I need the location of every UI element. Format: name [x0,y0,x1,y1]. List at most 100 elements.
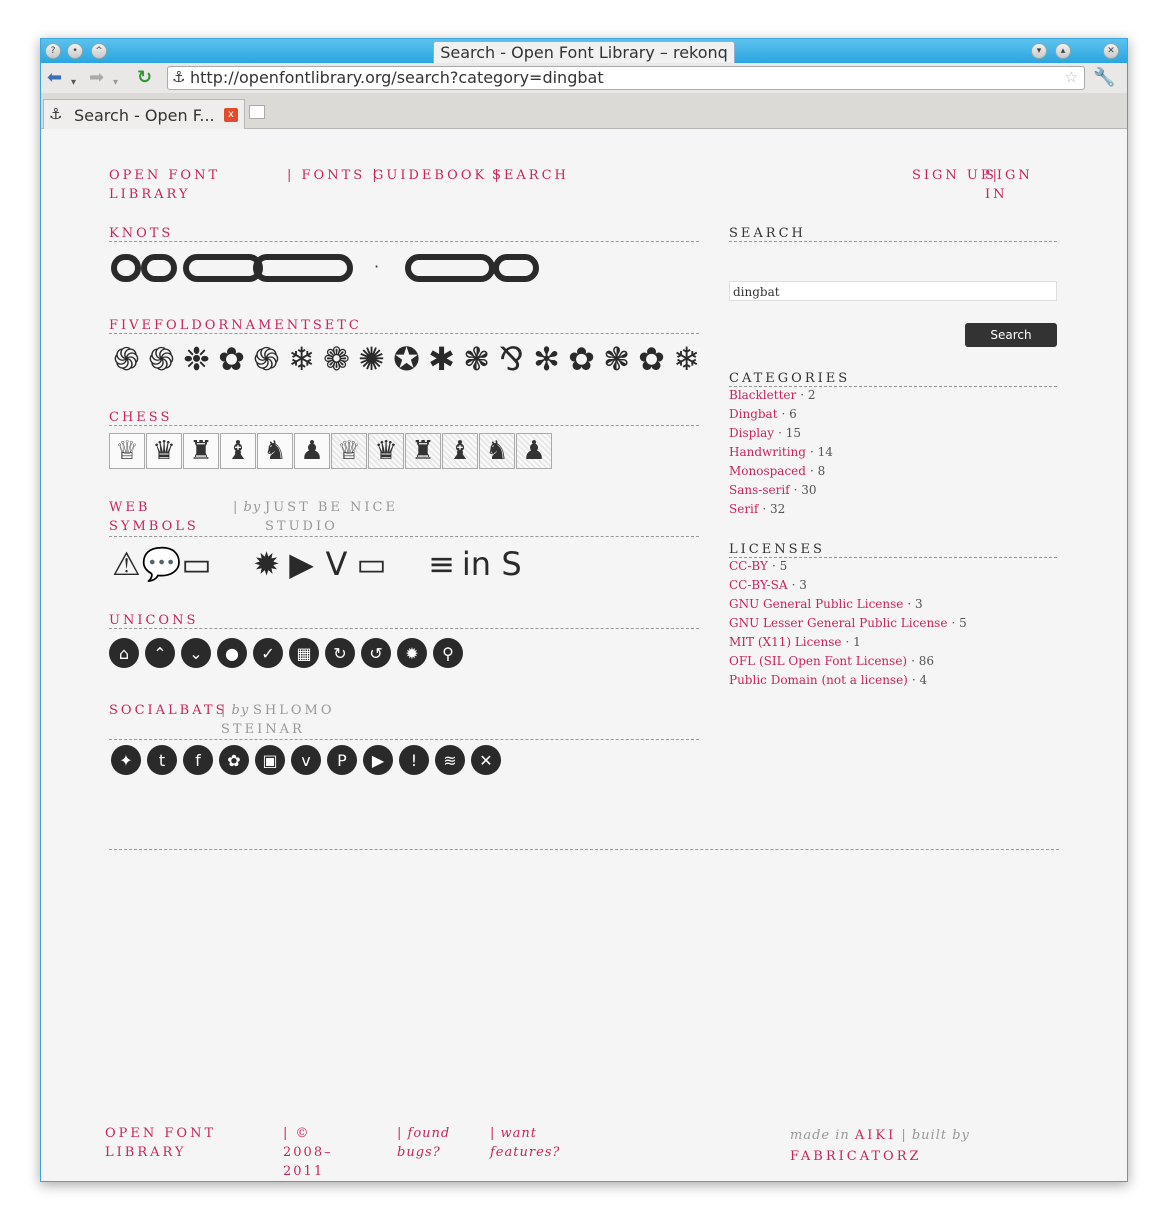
font-heading-unicons: Unicons [109,609,699,629]
forward-icon[interactable]: ➡ [89,68,104,88]
socialbats-glyph: ! [399,745,429,775]
back-icon[interactable]: ⬅ [47,68,62,88]
licenses-link[interactable]: GNU Lesser General Public License [729,616,947,630]
websymbols-glyph [389,546,424,581]
reload-icon[interactable]: ↻ [137,68,152,88]
categories-count: · 8 [809,464,826,478]
forward-history-icon[interactable]: ▾ [113,73,118,93]
footer-bugs-link[interactable]: | found bugs? [397,1124,457,1162]
font-name-link[interactable]: SocialBats [109,701,227,720]
categories-link[interactable]: Blackletter [729,388,796,402]
unicons-glyph: ⚲ [433,638,463,668]
licenses-count: · 3 [791,578,807,592]
licenses-count: · 4 [911,673,928,687]
minimize-icon[interactable]: ▾ [1031,43,1047,59]
knot-dot: · [374,257,380,276]
fivefold-glyph: ֍ [253,339,280,378]
chess-glyph: ♝ [442,433,478,469]
licenses-count: · 86 [911,654,935,668]
fivefold-glyph: ❄ [673,339,700,378]
categories-link[interactable]: Display [729,426,774,440]
close-window-icon[interactable]: ✕ [1103,43,1119,59]
unicons-glyph: ✹ [397,638,427,668]
font-name-link[interactable]: Knots [109,226,173,241]
unicons-glyph: ↻ [325,638,355,668]
licenses-heading: Licenses [729,538,1057,558]
knot-glyph [405,254,495,282]
licenses-link[interactable]: OFL (SIL Open Font License) [729,654,907,668]
chess-preview[interactable]: ♕ ♛ ♜ ♝ ♞ ♟ ♕ ♛ ♜ ♝ ♞ ♟ [109,433,553,469]
fivefold-glyph: ✿ [638,339,665,378]
chess-glyph: ♝ [220,433,256,469]
fivefold-glyph: ❁ [323,339,350,378]
categories-link[interactable]: Monospaced [729,464,806,478]
chess-glyph: ♟ [294,433,330,469]
keep-above-icon[interactable]: ^ [91,43,107,59]
nav-search-link[interactable]: Search [492,166,569,185]
title-bar: ? • ^ Search - Open Font Library – rekon… [41,39,1127,64]
footer-features-link[interactable]: | want features? [490,1124,560,1162]
licenses-link[interactable]: GNU General Public License [729,597,903,611]
site-title-link[interactable]: Open Font Library [109,166,259,204]
signin-link[interactable]: Sign In [985,166,1041,204]
websymbols-glyph: V [325,544,348,583]
categories-link[interactable]: Sans-serif [729,483,790,497]
fivefold-glyph: ⅋ [499,339,524,378]
categories-count: · 15 [778,426,801,440]
aiki-link[interactable]: AIKI [855,1128,896,1143]
websymbols-preview[interactable]: ⚠ 💬 ▭ ✹ ▶ V ▭ ≡ in S [109,546,529,581]
socialbats-glyph: P [327,745,357,775]
new-tab-icon[interactable] [249,105,265,119]
licenses-link[interactable]: CC-BY-SA [729,578,788,592]
fivefold-glyph: ✺ [358,339,385,378]
maximize-icon[interactable]: ▴ [1055,43,1071,59]
font-name-link[interactable]: Chess [109,410,172,425]
fivefold-glyph: ❃ [603,339,630,378]
fivefold-glyph: ✱ [428,339,455,378]
knot-glyph [111,254,141,282]
licenses-link[interactable]: CC-BY [729,559,768,573]
licenses-count: · 1 [845,635,861,649]
nav-fonts-link[interactable]: | Fonts | [287,166,380,185]
tab-search[interactable]: ⚓ Search - Open F... x [43,99,245,129]
websymbols-glyph: ✹ [253,544,280,583]
search-button[interactable]: Search [965,323,1057,347]
author-link[interactable]: Just Be Nice Studio [265,498,425,536]
categories-item: Sans-serif · 30 [729,481,833,500]
fivefold-glyph: ✪ [393,339,420,378]
keep-below-icon[interactable]: • [67,43,83,59]
licenses-link[interactable]: MIT (X11) License [729,635,841,649]
made-in-label: made in [790,1128,850,1143]
nav-guidebook-link[interactable]: Guidebook | [373,166,502,185]
websymbols-glyph: ≡ [428,544,455,583]
footer-site-link[interactable]: Open Font Library [105,1124,265,1162]
fabricatorz-link[interactable]: Fabricatorz [790,1149,922,1164]
fivefold-preview[interactable]: ֍ ֍ ❉ ✿ ֍ ❄ ❁ ✺ ✪ ✱ ❃ ⅋ ✻ ✿ ❃ ✿ ❄ [109,341,704,376]
fivefold-glyph: ✻ [533,339,560,378]
socialbats-glyph: ✿ [219,745,249,775]
author-link[interactable]: Shlomo Steinar [221,701,332,739]
search-input[interactable]: dingbat [729,281,1057,301]
licenses-link[interactable]: Public Domain (not a license) [729,673,908,687]
tab-close-icon[interactable]: x [224,108,238,122]
font-name-link[interactable]: FiveFoldOrnamentsEtc [109,318,362,333]
content-divider [109,849,1059,850]
font-name-link[interactable]: Unicons [109,613,198,628]
unicons-preview[interactable]: ⌂ ⌃ ⌄ ● ✓ ▦ ↻ ↺ ✹ ⚲ [109,638,469,668]
socialbats-preview[interactable]: ✦ t f ✿ ▣ v P ▶! ≋ ✕ [111,745,507,775]
socialbats-glyph: ✦ [111,745,141,775]
bookmark-star-icon[interactable]: ☆ [1065,68,1078,86]
websymbols-glyph: S [501,544,522,583]
categories-item: Blackletter · 2 [729,386,833,405]
categories-link[interactable]: Serif [729,502,758,516]
window-menu-icon[interactable]: ? [45,43,61,59]
browser-window: ? • ^ Search - Open Font Library – rekon… [40,38,1128,1182]
categories-link[interactable]: Handwriting [729,445,806,459]
knots-preview[interactable]: · [109,251,541,285]
categories-link[interactable]: Dingbat [729,407,778,421]
font-name-link[interactable]: Web Symbols [109,498,219,536]
url-text[interactable]: http://openfontlibrary.org/search?catego… [190,67,604,89]
back-history-icon[interactable]: ▾ [71,73,76,93]
url-bar[interactable]: ⚓ http://openfontlibrary.org/search?cate… [167,66,1085,90]
wrench-menu-icon[interactable]: 🔧 [1093,67,1115,88]
